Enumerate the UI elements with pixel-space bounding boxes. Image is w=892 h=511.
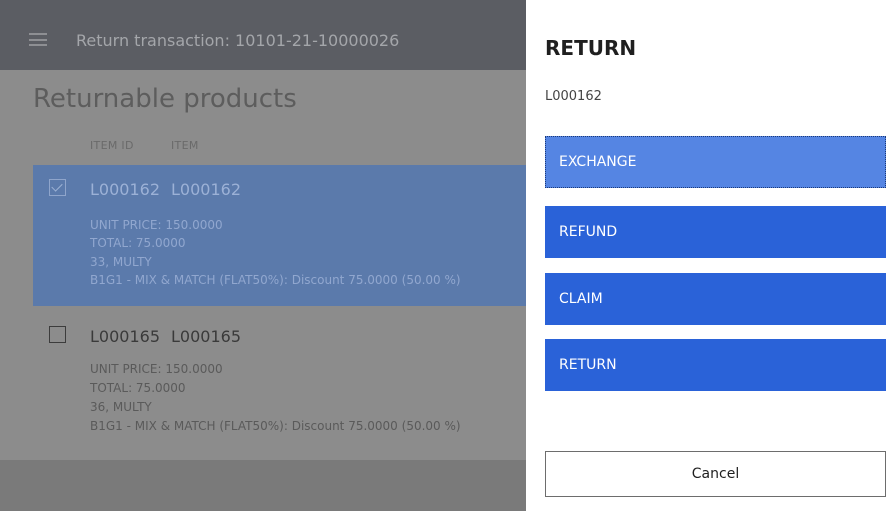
column-header-item: ITEM [171,139,199,152]
item-id: L000162 [90,180,160,199]
total: TOTAL: 75.0000 [90,381,186,395]
row-checkbox-checked[interactable] [49,179,66,196]
product-row[interactable]: L000165 L000165 UNIT PRICE: 150.0000 TOT… [33,312,533,455]
item-name: L000165 [171,327,241,346]
transaction-title: Return transaction: 10101-21-10000026 [76,31,400,50]
return-button[interactable]: RETURN [545,339,886,391]
return-dialog: RETURN L000162 EXCHANGE REFUND CLAIM RET… [526,0,892,511]
exchange-button[interactable]: EXCHANGE [545,136,886,188]
item-id: L000165 [90,327,160,346]
hamburger-menu-icon[interactable] [29,33,47,46]
claim-button[interactable]: CLAIM [545,273,886,325]
refund-button[interactable]: REFUND [545,206,886,258]
cancel-button[interactable]: Cancel [545,451,886,497]
variant: 36, MULTY [90,400,152,414]
discount: B1G1 - MIX & MATCH (FLAT50%): Discount 7… [90,419,461,433]
dialog-item-id: L000162 [545,89,602,104]
unit-price: UNIT PRICE: 150.0000 [90,362,223,376]
page-title: Returnable products [33,84,297,114]
unit-price: UNIT PRICE: 150.0000 [90,218,223,232]
checkmark-icon [51,180,63,192]
row-checkbox[interactable] [49,326,66,343]
dialog-title: RETURN [545,36,637,60]
item-name: L000162 [171,180,241,199]
column-header-item-id: ITEM ID [90,139,134,152]
product-row[interactable]: L000162 L000162 UNIT PRICE: 150.0000 TOT… [33,165,533,306]
total: TOTAL: 75.0000 [90,236,186,250]
discount: B1G1 - MIX & MATCH (FLAT50%): Discount 7… [90,273,461,287]
variant: 33, MULTY [90,255,152,269]
